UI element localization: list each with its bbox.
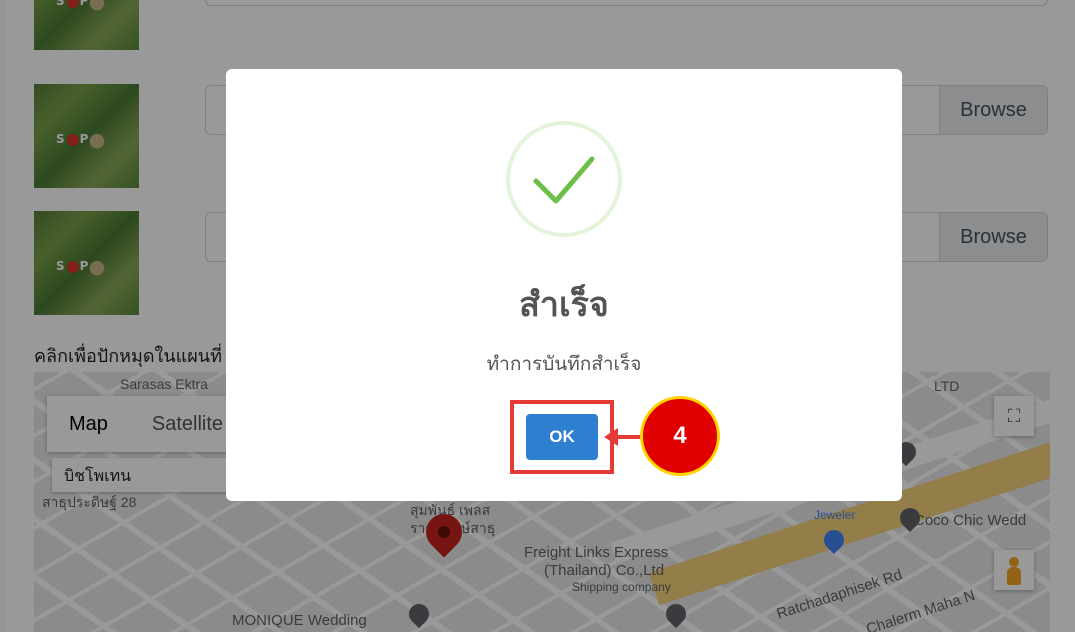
success-dialog: สำเร็จ ทำการบันทึกสำเร็จ OK [226, 69, 902, 501]
step-number-badge: 4 [640, 396, 720, 476]
highlight-box: OK [510, 400, 614, 474]
success-check-icon [533, 156, 595, 204]
annotation-arrow-head [604, 428, 618, 446]
ok-button[interactable]: OK [526, 414, 598, 460]
dialog-message: ทำการบันทึกสำเร็จ [486, 353, 642, 375]
success-ring [506, 121, 622, 237]
dialog-title: สำเร็จ [519, 285, 609, 325]
